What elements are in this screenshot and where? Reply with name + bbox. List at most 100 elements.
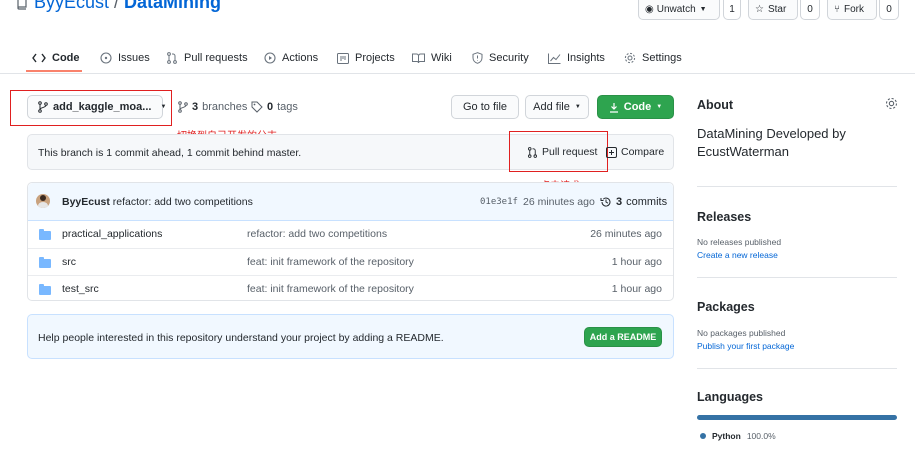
releases-status: No releases published (697, 237, 782, 247)
create-release-link[interactable]: Create a new release (697, 250, 778, 260)
commit-message[interactable]: refactor: add two competitions (113, 196, 253, 208)
file-list-panel: ByyEcust refactor: add two competitions … (27, 182, 674, 301)
file-name[interactable]: src (62, 256, 76, 268)
branches-link[interactable]: 3 branches (178, 101, 247, 113)
gear-icon[interactable] (885, 97, 898, 110)
repo-owner-link[interactable]: ByyEcust (34, 0, 109, 12)
repo-name-link[interactable]: DataMining (124, 0, 221, 12)
commits-link[interactable]: 3 commits (600, 196, 667, 208)
code-button[interactable]: Code ▼ (597, 95, 674, 119)
add-file-button[interactable]: Add file ▼ (525, 95, 589, 119)
branch-icon (178, 101, 188, 113)
branch-icon (38, 101, 48, 113)
star-count[interactable]: 0 (800, 0, 820, 20)
star-button[interactable]: ☆ Star (748, 0, 798, 20)
latest-commit-bar: ByyEcust refactor: add two competitions … (28, 183, 673, 221)
file-age: 1 hour ago (611, 256, 662, 268)
tab-actions-label: Actions (282, 52, 319, 64)
file-row[interactable]: practical_applications refactor: add two… (28, 221, 673, 248)
project-icon (337, 52, 349, 64)
tab-pull-requests[interactable]: Pull requests (166, 48, 248, 68)
tab-settings[interactable]: Settings (624, 48, 682, 68)
pull-request-label: Pull request (542, 146, 598, 158)
about-heading: About (697, 98, 734, 112)
file-name[interactable]: test_src (62, 283, 99, 295)
repo-icon (16, 0, 28, 10)
commit-age: 26 minutes ago (523, 196, 595, 208)
file-commit-message[interactable]: feat: init framework of the repository (247, 283, 414, 295)
file-commit-message[interactable]: refactor: add two competitions (247, 228, 387, 240)
tags-count: 0 (267, 101, 274, 113)
unwatch-button[interactable]: ◉ Unwatch ▼ (638, 0, 720, 20)
watch-count[interactable]: 1 (723, 0, 741, 20)
play-icon (264, 52, 276, 64)
tab-settings-label: Settings (642, 52, 682, 64)
file-commit-message[interactable]: feat: init framework of the repository (247, 256, 414, 268)
commits-label: commits (626, 196, 668, 208)
publish-package-link[interactable]: Publish your first package (697, 341, 794, 351)
file-row[interactable]: test_src feat: init framework of the rep… (28, 275, 673, 301)
tab-pull-requests-label: Pull requests (184, 52, 248, 64)
tab-issues[interactable]: Issues (100, 48, 150, 68)
star-icon: ☆ (755, 4, 764, 15)
history-icon (600, 196, 612, 208)
branches-label: branches (202, 101, 248, 113)
folder-icon (39, 284, 51, 295)
language-item[interactable]: Python 100.0% (700, 431, 776, 441)
language-bar (697, 415, 897, 420)
sidebar-divider (697, 277, 897, 278)
file-age: 26 minutes ago (590, 228, 662, 240)
releases-heading[interactable]: Releases (697, 210, 751, 224)
pull-request-link[interactable]: Pull request (527, 146, 597, 158)
tab-code-label: Code (52, 52, 80, 64)
download-icon (609, 102, 619, 113)
chevron-down-icon: ▼ (699, 6, 707, 13)
go-to-file-label: Go to file (462, 101, 508, 113)
tab-issues-label: Issues (118, 52, 150, 64)
commit-author[interactable]: ByyEcust (62, 196, 110, 208)
branch-select-button[interactable]: add_kaggle_moa... ▼ (27, 95, 167, 119)
fork-label: Fork (844, 4, 864, 15)
tab-wiki-label: Wiki (431, 52, 452, 64)
tab-code[interactable]: Code (32, 48, 80, 68)
add-readme-button[interactable]: Add a README (584, 327, 662, 347)
chevron-down-icon: ▼ (160, 104, 167, 110)
fork-button[interactable]: ⑂ Fork (827, 0, 877, 20)
tab-insights[interactable]: Insights (548, 48, 605, 68)
repo-separator: / (109, 0, 125, 12)
branch-status-message: This branch is 1 commit ahead, 1 commit … (38, 147, 302, 159)
file-row[interactable]: src feat: init framework of the reposito… (28, 248, 673, 275)
eye-icon: ◉ (645, 4, 654, 15)
avatar[interactable] (36, 194, 50, 208)
compare-link[interactable]: Compare (606, 146, 664, 158)
fork-count[interactable]: 0 (879, 0, 899, 20)
code-button-label: Code (623, 101, 652, 113)
file-name[interactable]: practical_applications (62, 228, 162, 240)
shield-icon (472, 52, 483, 64)
language-name: Python (712, 431, 741, 441)
chevron-down-icon: ▼ (656, 104, 663, 110)
tags-label: tags (277, 101, 298, 113)
commit-sha[interactable]: 01e3e1f (480, 197, 518, 207)
tab-security-label: Security (489, 52, 529, 64)
tab-projects-label: Projects (355, 52, 395, 64)
branch-name: add_kaggle_moa... (53, 101, 152, 113)
commits-count: 3 (616, 196, 623, 208)
language-bar-python (697, 415, 897, 420)
tab-security[interactable]: Security (472, 48, 529, 68)
tab-actions[interactable]: Actions (264, 48, 318, 68)
tag-icon (251, 101, 263, 113)
fork-icon: ⑂ (834, 4, 840, 15)
tab-projects[interactable]: Projects (337, 48, 395, 68)
compare-label: Compare (621, 146, 665, 158)
tab-code-underline (26, 70, 82, 72)
tab-insights-label: Insights (567, 52, 605, 64)
unwatch-label: Unwatch (656, 4, 696, 15)
about-description: DataMining Developed by EcustWaterman (697, 126, 846, 159)
go-to-file-button[interactable]: Go to file (451, 95, 519, 119)
pull-request-icon (527, 146, 538, 158)
tab-wiki[interactable]: Wiki (412, 48, 452, 68)
packages-heading[interactable]: Packages (697, 300, 755, 314)
code-icon (32, 53, 46, 63)
tags-link[interactable]: 0 tags (251, 101, 298, 113)
